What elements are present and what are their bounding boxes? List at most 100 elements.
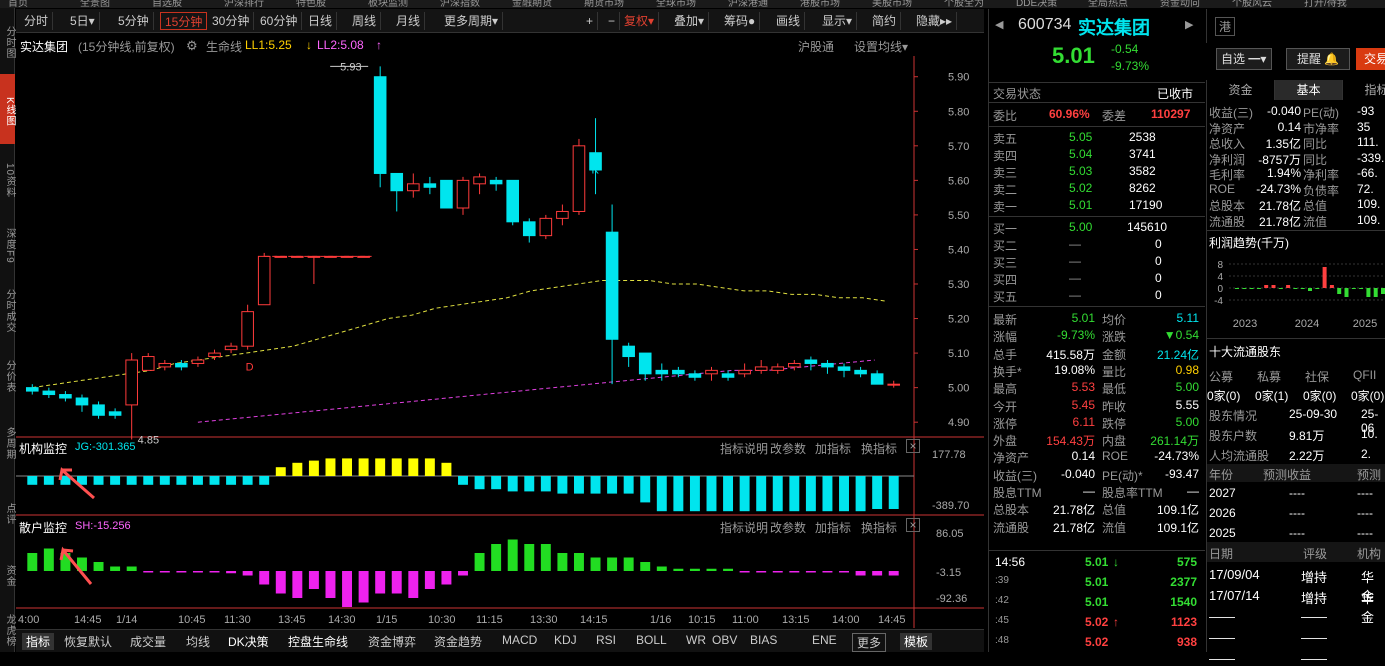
- top-menu-item[interactable]: 资金动向: [1160, 0, 1200, 8]
- buy-row[interactable]: 买三 — 0: [989, 253, 1205, 270]
- indicator-tab-7[interactable]: 资金趋势: [434, 633, 482, 650]
- indicator-tab-15[interactable]: ENE: [812, 633, 837, 647]
- top-menu-item[interactable]: 金融期货: [512, 0, 552, 8]
- ind2-explain-link[interactable]: 指标说明: [720, 519, 768, 536]
- indicator-tab-17[interactable]: 模板: [900, 633, 933, 650]
- top-menu-item[interactable]: 全球市场: [656, 0, 696, 8]
- top-menu-item[interactable]: 全景图: [80, 0, 110, 8]
- hk-tag[interactable]: 港: [1215, 17, 1236, 36]
- kline-chart[interactable]: 5.90 5.80 5.70 5.60 5.50 5.40 5.30 5.20 5.10 5.00…: [16, 56, 984, 628]
- left-nav-item-5[interactable]: 分价表: [0, 343, 15, 403]
- ind1-close-icon[interactable]: ×: [906, 439, 920, 453]
- period-tab-1[interactable]: 5日▾: [66, 12, 100, 30]
- trade-button[interactable]: 交易: [1356, 48, 1385, 70]
- top-menu-item[interactable]: 板块监测: [368, 0, 408, 8]
- top-menu-item[interactable]: 美股市场: [872, 0, 912, 8]
- tool-btn-0[interactable]: +: [582, 12, 599, 30]
- alert-button[interactable]: 提醒 🔔: [1286, 48, 1350, 70]
- top-menu-item[interactable]: 期货市场: [584, 0, 624, 8]
- ind1-name[interactable]: 机构监控: [19, 440, 67, 457]
- top-menu-item[interactable]: 沪深指数: [440, 0, 480, 8]
- top-menu-item[interactable]: 特色股: [296, 0, 326, 8]
- left-nav-item-7[interactable]: 点评: [0, 478, 15, 543]
- indicator-tab-1[interactable]: 恢复默认: [64, 633, 112, 650]
- f10-tab-2[interactable]: 指标: [1343, 80, 1385, 100]
- sell-row[interactable]: 卖二 5.02 8262: [989, 180, 1205, 197]
- tool-btn-8[interactable]: 隐藏▸▸: [912, 12, 958, 30]
- left-nav-item-2[interactable]: 10资料: [0, 148, 15, 208]
- sell-row[interactable]: 卖四 5.04 3741: [989, 146, 1205, 163]
- f10-tab-1[interactable]: 基本: [1275, 80, 1343, 100]
- left-nav-item-9[interactable]: 龙虎榜: [0, 603, 15, 652]
- top-menu-item[interactable]: 首页: [8, 0, 28, 8]
- top-menu-item[interactable]: DDE决策: [1016, 0, 1057, 8]
- buy-row[interactable]: 买一 5.00 145610: [989, 219, 1205, 236]
- period-tab-7[interactable]: 周线: [348, 12, 382, 30]
- period-tab-6[interactable]: 日线: [304, 12, 338, 30]
- top-menu-item[interactable]: 港股市场: [800, 0, 840, 8]
- sell-row[interactable]: 卖三 5.03 3582: [989, 163, 1205, 180]
- period-tab-5[interactable]: 60分钟: [256, 12, 303, 30]
- sell-row[interactable]: 卖一 5.01 17190: [989, 197, 1205, 214]
- indicator-tab-8[interactable]: MACD: [502, 633, 537, 647]
- indicator-tab-14[interactable]: BIAS: [750, 633, 777, 647]
- left-nav-item-0[interactable]: 分时图: [0, 8, 15, 70]
- next-stock-icon[interactable]: ▶: [1185, 18, 1193, 31]
- ind2-param-link[interactable]: 改参数: [770, 519, 806, 536]
- tool-btn-7[interactable]: 简约: [868, 12, 902, 30]
- indicator-tab-10[interactable]: RSI: [596, 633, 616, 647]
- top-menu-item[interactable]: 自选股: [152, 0, 182, 8]
- left-nav-item-8[interactable]: 资金: [0, 548, 15, 598]
- buy-row[interactable]: 买五 — 0: [989, 287, 1205, 304]
- ind2-switch-link[interactable]: 换指标: [861, 519, 897, 536]
- indicator-tab-12[interactable]: WR: [686, 633, 706, 647]
- indicator-tab-11[interactable]: BOLL: [636, 633, 667, 647]
- add-watchlist-button[interactable]: 自选 ━▾: [1216, 48, 1272, 70]
- top-menu-item[interactable]: 沪深港通: [728, 0, 768, 8]
- ind1-param-link[interactable]: 改参数: [770, 440, 806, 457]
- buy-row[interactable]: 买四 — 0: [989, 270, 1205, 287]
- tool-btn-3[interactable]: 叠加▾: [670, 12, 710, 30]
- left-nav-item-6[interactable]: 多周期: [0, 408, 15, 473]
- ind1-switch-link[interactable]: 换指标: [861, 440, 897, 457]
- sell-row[interactable]: 卖五 5.05 2538: [989, 129, 1205, 146]
- indicator-tab-5[interactable]: 控盘生命线: [288, 633, 348, 650]
- tool-btn-5[interactable]: 画线: [772, 12, 806, 30]
- indicator-tab-3[interactable]: 均线: [186, 633, 210, 650]
- gear-icon[interactable]: ⚙: [186, 38, 198, 54]
- tool-btn-6[interactable]: 显示▾: [818, 12, 858, 30]
- tool-btn-4[interactable]: 筹码●: [720, 12, 761, 30]
- left-nav-item-1[interactable]: K线图: [0, 74, 15, 144]
- period-tab-0[interactable]: 分时: [20, 12, 54, 30]
- top-menu-item[interactable]: 打开/待我: [1304, 0, 1347, 8]
- top-menu-item[interactable]: 全局热点: [1088, 0, 1128, 8]
- set-ma-link[interactable]: 设置均线▾: [854, 38, 908, 55]
- indicator-tab-0[interactable]: 指标: [22, 633, 55, 650]
- indicator-tab-2[interactable]: 成交量: [130, 633, 166, 650]
- ind2-close-icon[interactable]: ×: [906, 518, 920, 532]
- f10-tab-0[interactable]: 资金: [1207, 80, 1275, 100]
- tool-btn-1[interactable]: −: [604, 12, 621, 30]
- hgt-link[interactable]: 沪股通: [798, 38, 834, 55]
- prev-stock-icon[interactable]: ◀: [995, 18, 1003, 31]
- ind2-add-link[interactable]: 加指标: [815, 519, 851, 536]
- period-tab-2[interactable]: 5分钟: [114, 12, 154, 30]
- ind2-name[interactable]: 散户监控: [19, 519, 67, 536]
- top-menu-item[interactable]: 个股全为: [944, 0, 984, 8]
- left-nav-item-3[interactable]: 深度F9: [0, 213, 15, 273]
- top-menu-item[interactable]: 个股风云: [1232, 0, 1272, 8]
- indicator-tab-9[interactable]: KDJ: [554, 633, 577, 647]
- indicator-tab-4[interactable]: DK决策: [228, 633, 269, 650]
- buy-row[interactable]: 买二 — 0: [989, 236, 1205, 253]
- period-tab-4[interactable]: 30分钟: [208, 12, 255, 30]
- top-menu-item[interactable]: 沪深排行: [224, 0, 264, 8]
- tool-btn-2[interactable]: 复权▾: [620, 12, 660, 30]
- period-tab-9[interactable]: 更多周期▾: [440, 12, 504, 30]
- indicator-tab-6[interactable]: 资金博弈: [368, 633, 416, 650]
- period-tab-3[interactable]: 15分钟: [160, 12, 208, 30]
- indicator-tab-16[interactable]: 更多: [852, 633, 887, 652]
- ind1-add-link[interactable]: 加指标: [815, 440, 851, 457]
- left-nav-item-4[interactable]: 分时成交: [0, 278, 15, 338]
- indicator-tab-13[interactable]: OBV: [712, 633, 737, 647]
- period-tab-8[interactable]: 月线: [392, 12, 426, 30]
